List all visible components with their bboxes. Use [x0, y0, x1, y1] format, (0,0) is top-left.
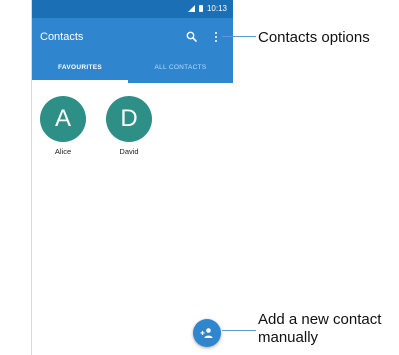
- favourite-contact-alice[interactable]: A Alice: [39, 96, 87, 156]
- status-bar: 10:13: [32, 0, 233, 18]
- add-callout-label: Add a new contact manually: [258, 311, 382, 346]
- signal-icon: [187, 5, 195, 12]
- options-callout-line: [222, 36, 256, 37]
- options-callout-label: Contacts options: [258, 29, 370, 46]
- tab-indicator: [32, 80, 128, 83]
- tab-all-contacts[interactable]: ALL CONTACTS: [128, 58, 233, 83]
- app-title: Contacts: [40, 31, 84, 43]
- more-vert-icon: [215, 32, 217, 34]
- add-person-icon: [200, 328, 213, 338]
- contacts-options-button[interactable]: [209, 28, 223, 46]
- avatar: D: [106, 96, 152, 142]
- phone-screen: 10:13 Contacts FAVOURITES ALL CONTACTS A…: [31, 0, 233, 355]
- app-bar: Contacts: [32, 18, 233, 58]
- contact-name: David: [119, 147, 139, 156]
- search-button[interactable]: [183, 28, 201, 46]
- tab-bar: FAVOURITES ALL CONTACTS: [32, 58, 233, 83]
- add-contact-button[interactable]: [193, 319, 221, 347]
- status-time: 10:13: [206, 4, 227, 13]
- avatar: A: [40, 96, 86, 142]
- add-callout-line: [222, 330, 256, 331]
- favourite-contact-david[interactable]: D David: [105, 96, 153, 156]
- battery-icon: [198, 5, 203, 12]
- contact-name: Alice: [54, 147, 72, 156]
- search-icon: [186, 31, 197, 42]
